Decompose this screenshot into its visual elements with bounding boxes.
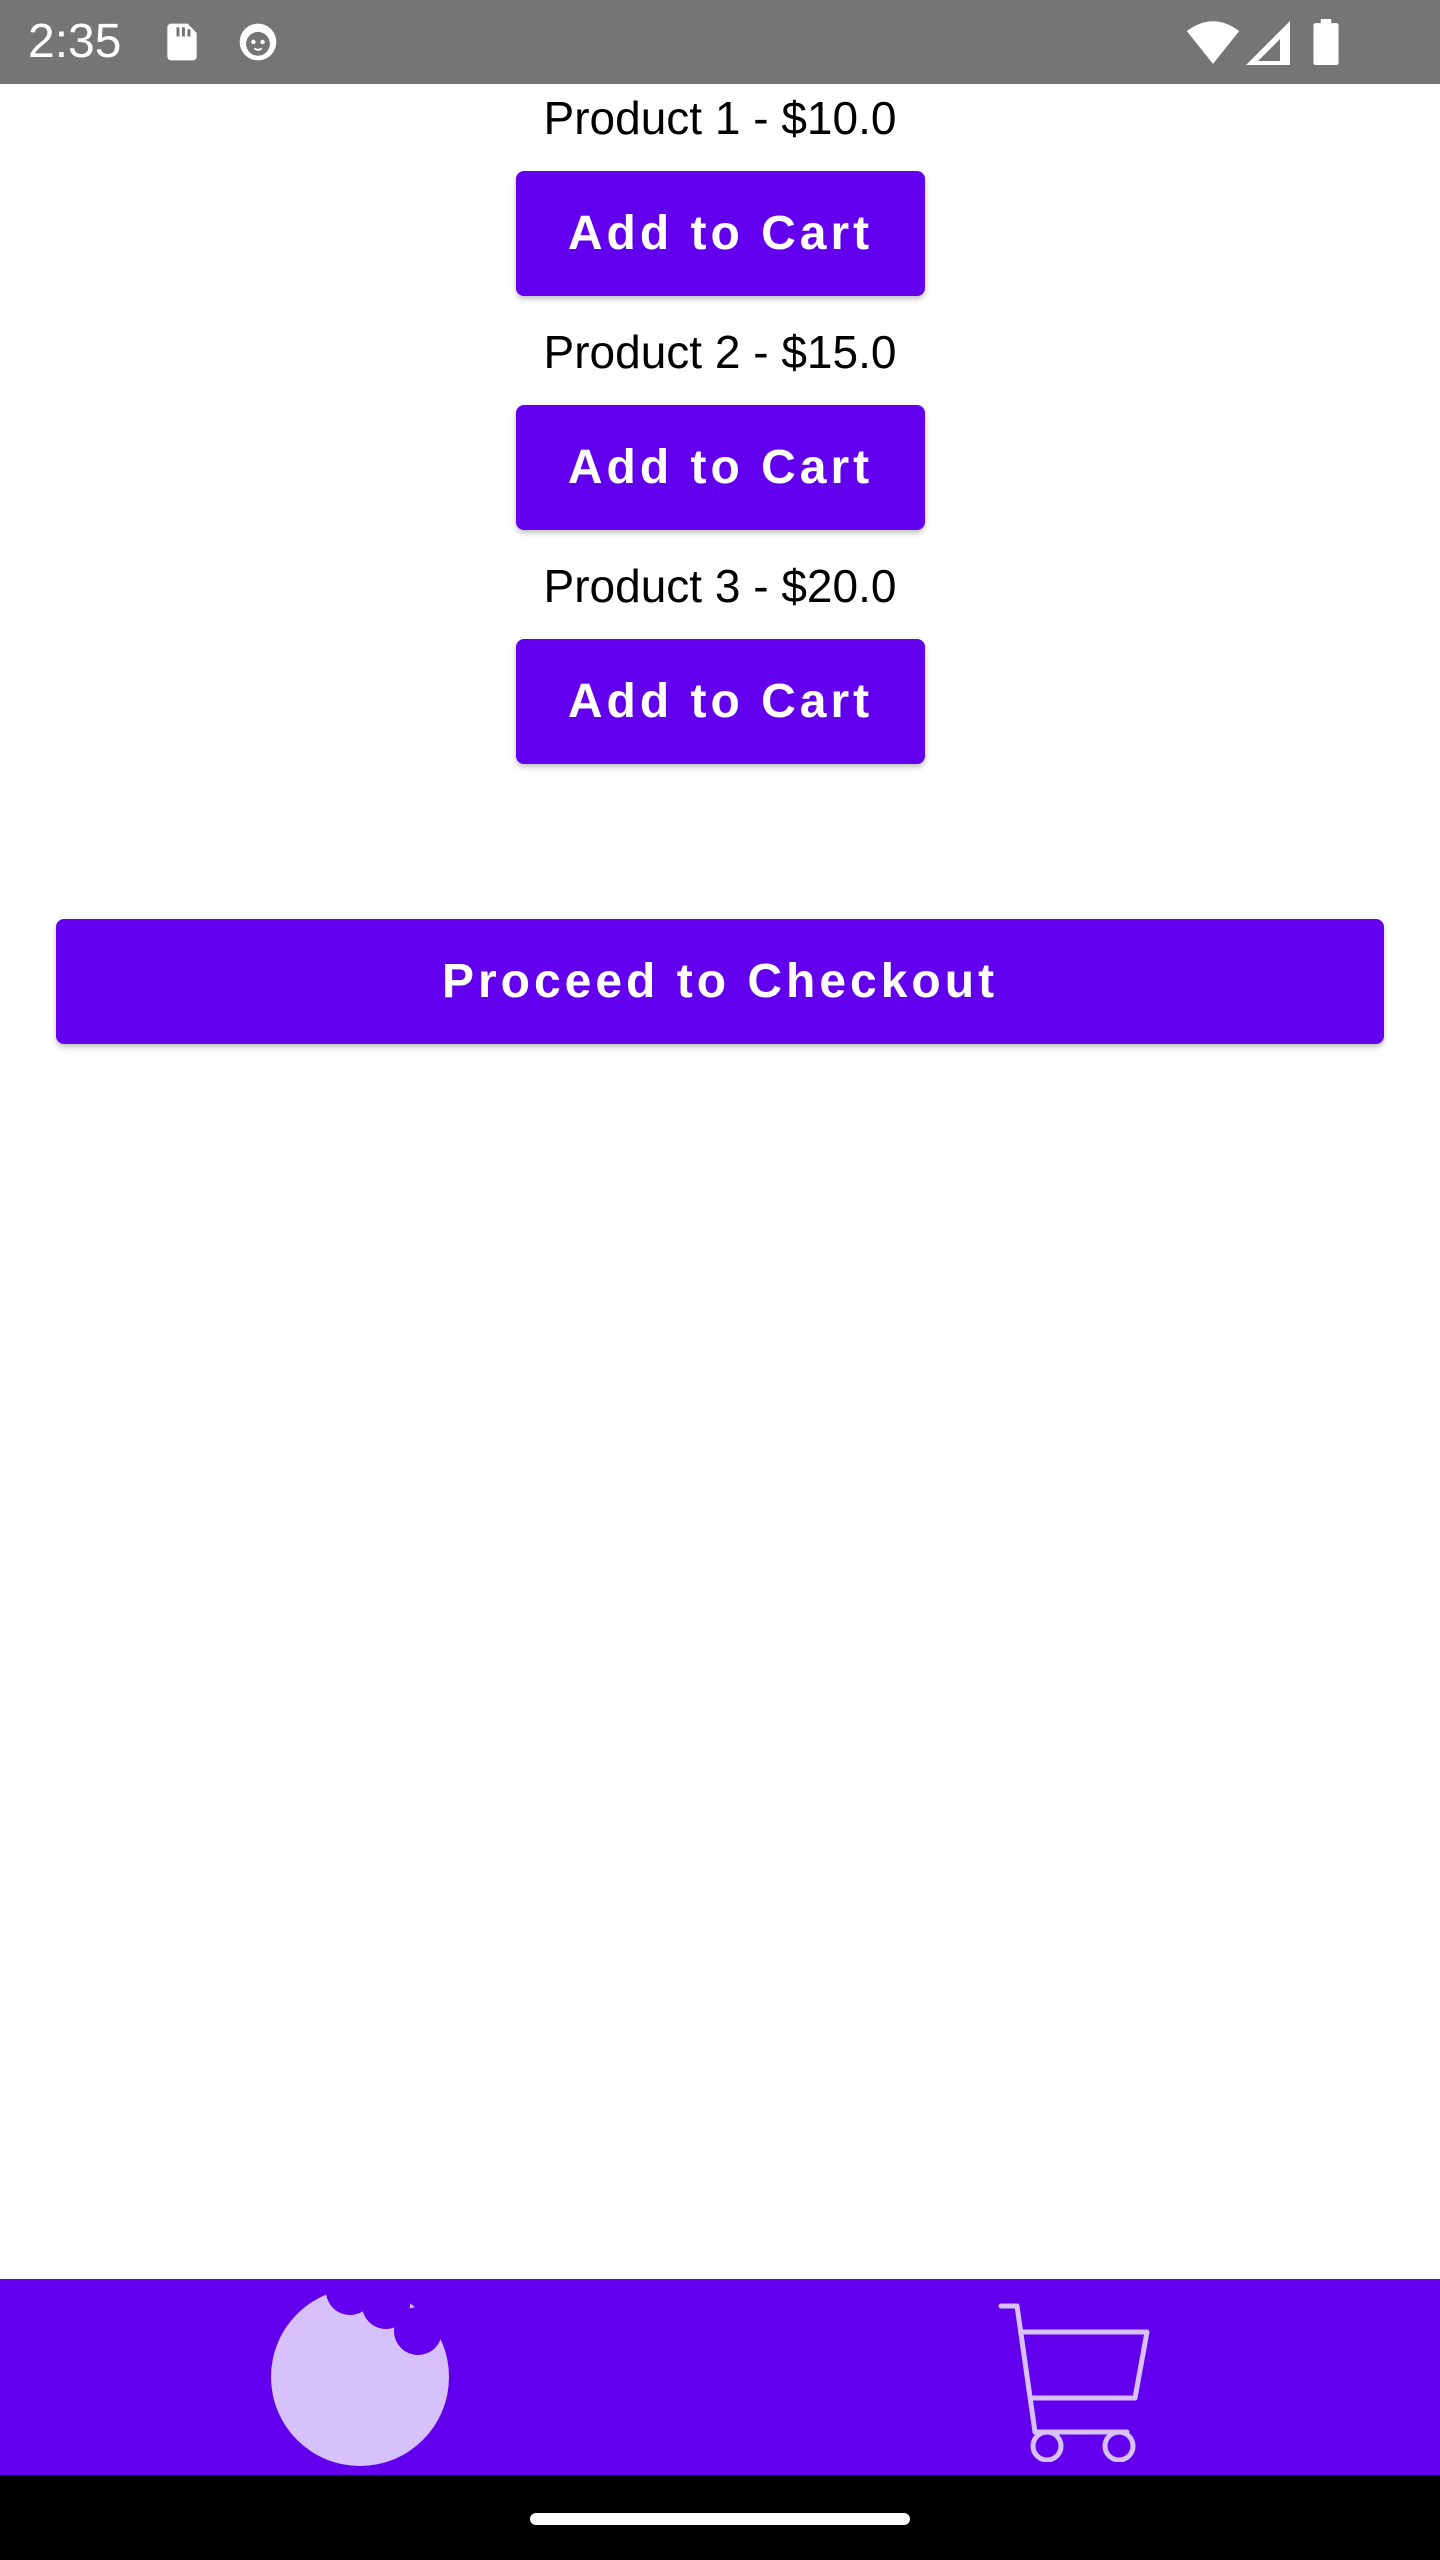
status-time: 2:35 xyxy=(28,15,122,68)
system-navigation-bar xyxy=(0,2475,1440,2560)
status-bar: 2:35 xyxy=(0,0,1440,84)
proceed-to-checkout-button[interactable]: Proceed to Checkout xyxy=(56,919,1384,1044)
product-label: Product 2 - $15.0 xyxy=(543,326,897,378)
cat-face-icon xyxy=(236,20,280,64)
bottom-navigation xyxy=(0,2279,1440,2475)
add-to-cart-button[interactable]: Add to Cart xyxy=(516,405,925,530)
cell-signal-icon xyxy=(1246,20,1290,66)
home-gesture-handle[interactable] xyxy=(530,2513,910,2525)
screen: 2:35 Product 1 - $10.0 Add to Cart Produ… xyxy=(0,0,1440,2560)
sd-card-icon xyxy=(160,20,204,64)
product-label: Product 3 - $20.0 xyxy=(543,560,897,612)
battery-icon xyxy=(1312,19,1340,65)
cookie-icon xyxy=(268,2285,452,2469)
nav-item-products[interactable] xyxy=(240,2279,480,2475)
product-label: Product 1 - $10.0 xyxy=(543,92,897,144)
nav-item-cart[interactable] xyxy=(952,2279,1192,2475)
add-to-cart-button[interactable]: Add to Cart xyxy=(516,171,925,296)
wifi-icon xyxy=(1186,18,1240,66)
cart-icon xyxy=(987,2292,1157,2462)
add-to-cart-button[interactable]: Add to Cart xyxy=(516,639,925,764)
